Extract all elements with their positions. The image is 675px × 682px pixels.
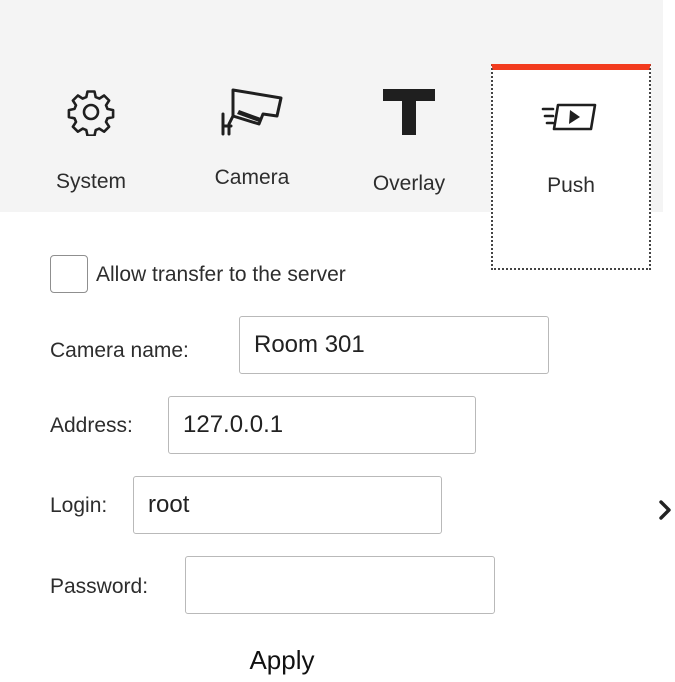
tab-push[interactable]: Push [491,64,651,270]
camera-name-label: Camera name: [50,339,189,362]
login-input[interactable] [133,476,442,534]
push-settings-panel: System Camera Overlay Push Allow transfe… [0,0,675,682]
tab-system-label: System [55,170,126,193]
address-input[interactable] [168,396,476,454]
tab-camera-label: Camera [214,166,290,189]
allow-transfer-label: Allow transfer to the server [96,263,346,286]
tab-overlay[interactable]: Overlay [344,0,474,212]
tab-overlay-label: Overlay [372,172,446,195]
settings-tab-bar: System Camera Overlay Push [0,0,663,270]
address-label: Address: [50,414,133,437]
text-t-icon [344,82,474,142]
allow-transfer-checkbox[interactable] [50,255,88,293]
password-label: Password: [50,575,149,598]
apply-button[interactable]: Apply [226,640,338,680]
login-label: Login: [50,494,108,517]
tab-system[interactable]: System [32,0,150,212]
camera-name-input[interactable] [239,316,549,374]
password-input[interactable] [185,556,495,614]
security-camera-icon [188,82,316,142]
tab-camera[interactable]: Camera [188,0,316,212]
gear-icon [32,82,150,142]
tab-push-label: Push [547,174,595,197]
chevron-right-icon[interactable] [656,496,675,524]
push-video-icon [493,86,649,146]
